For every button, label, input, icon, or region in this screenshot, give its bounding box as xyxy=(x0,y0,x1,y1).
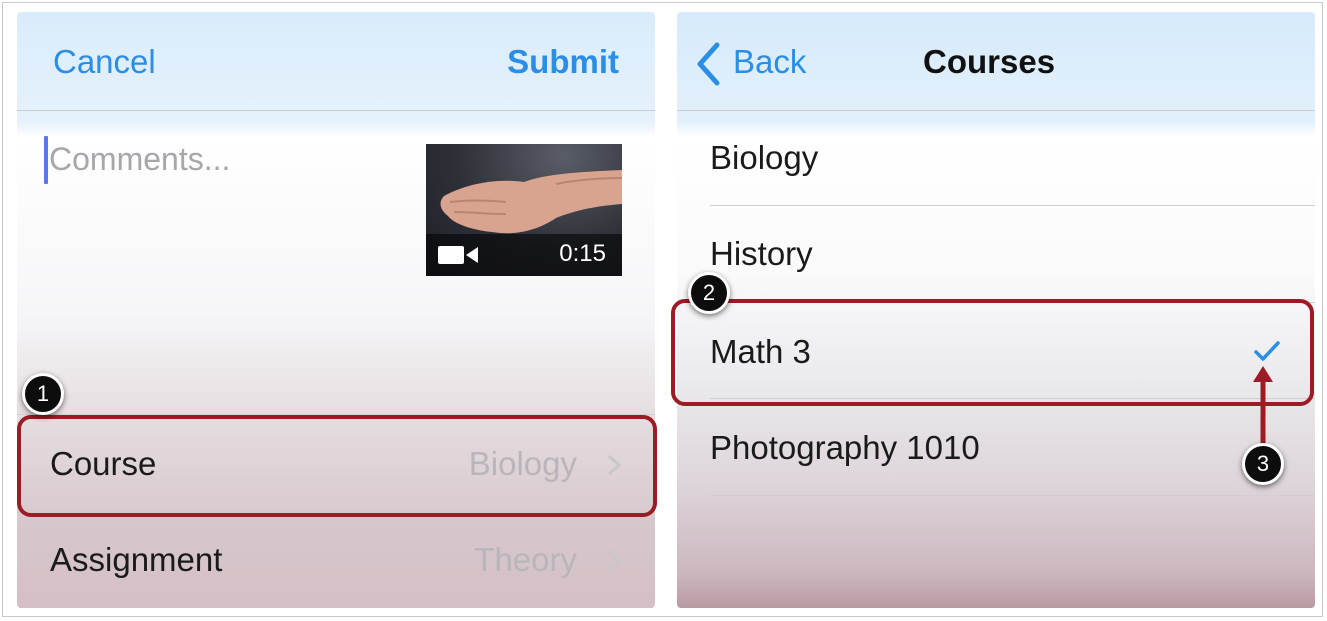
course-name: Biology xyxy=(710,139,819,176)
highlight-box-course xyxy=(17,415,657,517)
back-label: Back xyxy=(733,43,807,80)
callout-badge-1: 1 xyxy=(22,373,64,415)
assignment-label: Assignment xyxy=(50,541,223,578)
nav-bar: Back Courses xyxy=(677,12,1315,111)
row-separator xyxy=(710,205,1315,206)
video-duration: 0:15 xyxy=(559,240,606,267)
video-thumbnail[interactable]: 0:15 xyxy=(426,144,622,276)
submit-button[interactable]: Submit xyxy=(507,42,619,82)
video-camera-icon xyxy=(438,246,478,264)
cancel-button[interactable]: Cancel xyxy=(53,42,156,82)
highlight-box-math xyxy=(671,299,1314,406)
row-separator xyxy=(710,495,1315,496)
submission-screen: Cancel Submit Comments... 0:15 Course Bi… xyxy=(17,12,655,608)
callout-badge-3: 3 xyxy=(1242,443,1284,485)
course-name: Photography 1010 xyxy=(710,429,980,466)
callout-badge-2: 2 xyxy=(688,272,730,314)
text-cursor xyxy=(44,136,48,184)
chevron-left-icon xyxy=(697,42,720,86)
assignment-value: Theory xyxy=(474,541,577,578)
course-name: History xyxy=(710,235,813,272)
arrow-icon xyxy=(1253,366,1273,446)
page-title: Courses xyxy=(923,43,1056,80)
nav-bar: Cancel Submit xyxy=(17,12,655,111)
comments-placeholder: Comments... xyxy=(49,141,231,177)
video-info-bar: 0:15 xyxy=(426,234,622,276)
chevron-right-icon xyxy=(607,550,621,572)
